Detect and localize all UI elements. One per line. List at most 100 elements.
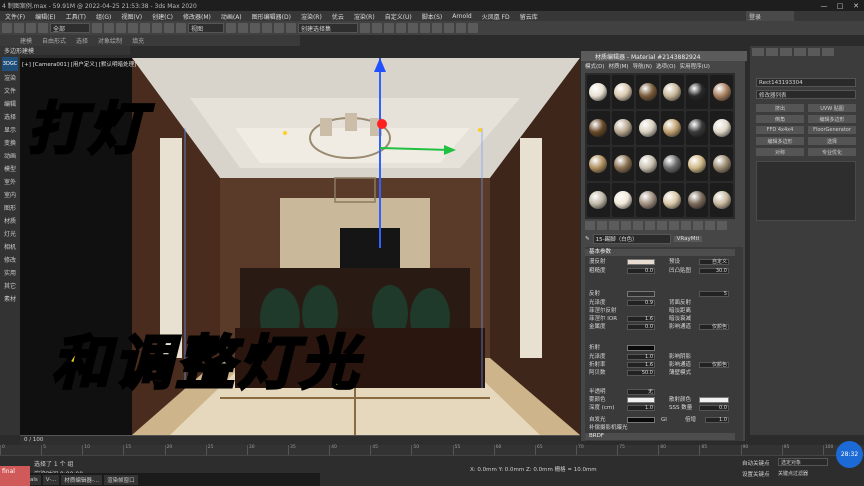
unlink-icon[interactable] — [38, 23, 48, 33]
login-button[interactable]: 登录 — [746, 11, 794, 21]
material-slot[interactable] — [587, 183, 610, 217]
hierarchy-tab-icon[interactable] — [780, 48, 792, 56]
menu-youyun[interactable]: 优云 — [327, 12, 349, 21]
menu-arnold[interactable]: Arnold — [447, 13, 476, 20]
angle-snap-icon[interactable] — [262, 23, 272, 33]
mod-bevel-button[interactable]: 倒角 — [756, 115, 804, 123]
me-menu-utilities[interactable]: 实用程序(U) — [680, 62, 710, 71]
spinner-snap-icon[interactable] — [286, 23, 296, 33]
max-depth-spinner[interactable]: 5 — [699, 291, 729, 297]
left-item-file[interactable]: 文件 — [4, 86, 16, 97]
affect-channels-dropdown[interactable]: 仅颜色 — [699, 324, 729, 330]
library-tool-icon[interactable] — [657, 221, 667, 230]
camera-viewport[interactable]: [+] [Camera001] [用户定义] [默认明暗处理] 打灯 和调整灯光 — [20, 58, 580, 435]
mod-extrude-button[interactable]: 挤出 — [756, 104, 804, 112]
affect-shadows-label[interactable]: 影响阴影 — [669, 354, 691, 360]
menu-phoenix[interactable]: 火凤凰 FD — [477, 12, 515, 21]
left-item-shape[interactable]: 图形 — [4, 203, 16, 214]
align-icon[interactable] — [372, 23, 382, 33]
time-slider[interactable]: 0 / 100 — [20, 435, 580, 445]
left-item-assets[interactable]: 素材 — [4, 294, 16, 305]
curve-editor-icon[interactable] — [396, 23, 406, 33]
menu-scripting[interactable]: 脚本(S) — [417, 12, 448, 21]
left-item-model[interactable]: 模型 — [4, 164, 16, 175]
material-slot[interactable] — [611, 111, 635, 145]
polygon-modeling-bar[interactable]: 多边形建模 — [0, 46, 130, 55]
undo-icon[interactable] — [2, 23, 12, 33]
thin-walled-label[interactable]: 薄壁模式 — [669, 370, 691, 376]
menu-edit[interactable]: 编辑(E) — [30, 12, 60, 21]
menu-modifiers[interactable]: 修改器(M) — [178, 12, 216, 21]
window-crossing-icon[interactable] — [128, 23, 138, 33]
place-icon[interactable] — [176, 23, 186, 33]
modifier-stack[interactable] — [756, 161, 856, 221]
left-item-edit[interactable]: 编辑 — [4, 99, 16, 110]
mod-edit-poly-button[interactable]: 编辑多边形 — [808, 115, 856, 123]
abbe-spinner[interactable]: 50.0 — [627, 370, 655, 376]
mod-select-button[interactable]: 选择 — [808, 137, 856, 145]
snap-icon[interactable] — [250, 23, 260, 33]
taskbar-item-render-frame[interactable]: 渲染帧窗口 — [104, 474, 138, 485]
material-slot[interactable] — [685, 183, 709, 217]
material-slot[interactable] — [587, 111, 610, 145]
left-item-material[interactable]: 材质 — [4, 216, 16, 227]
material-slot[interactable] — [710, 147, 733, 181]
rotate-icon[interactable] — [152, 23, 162, 33]
fog-color-swatch[interactable] — [627, 397, 655, 403]
percent-snap-icon[interactable] — [274, 23, 284, 33]
selection-set-dropdown[interactable]: 选定对象 — [778, 458, 828, 466]
left-item-indoor[interactable]: 室内 — [4, 190, 16, 201]
fresnel-label[interactable]: 菲涅尔反射 — [589, 308, 617, 314]
menu-group[interactable]: 组(G) — [91, 12, 116, 21]
material-slot[interactable] — [587, 147, 610, 181]
go-sibling-icon[interactable] — [717, 221, 727, 230]
material-slot[interactable] — [611, 75, 635, 109]
eyedropper-icon[interactable]: ✎ — [585, 236, 590, 242]
abbe-label[interactable]: 阿贝数 — [589, 370, 606, 376]
left-item-utility[interactable]: 实用 — [4, 268, 16, 279]
pivot-icon[interactable] — [226, 23, 236, 33]
mod-edit-poly2-button[interactable]: 编辑多边形 — [756, 137, 804, 145]
select-by-name-icon[interactable] — [104, 23, 114, 33]
mirror-icon[interactable] — [360, 23, 370, 33]
go-parent-icon[interactable] — [705, 221, 715, 230]
link-icon[interactable] — [26, 23, 36, 33]
material-slot[interactable] — [685, 147, 709, 181]
menu-animation[interactable]: 动画(A) — [216, 12, 247, 21]
reference-coord-dropdown[interactable]: 视图 — [188, 23, 224, 33]
translucency-dropdown[interactable]: 无 — [627, 389, 655, 395]
select-icon[interactable] — [92, 23, 102, 33]
material-editor-title[interactable]: 材质编辑器 - Material #2143882924 — [581, 51, 747, 61]
material-editor-icon[interactable] — [420, 23, 430, 33]
selection-filter-dropdown[interactable]: 全部 — [50, 23, 90, 33]
left-item-other[interactable]: 其它 — [4, 281, 16, 292]
menu-tools[interactable]: 工具(T) — [61, 12, 91, 21]
motion-tab-icon[interactable] — [794, 48, 806, 56]
basic-params-section[interactable]: 基本参数 — [585, 249, 735, 256]
render-icon[interactable] — [456, 23, 466, 33]
menu-graph-editors[interactable]: 图形编辑器(D) — [247, 12, 296, 21]
me-menu-navigation[interactable]: 导航(N) — [633, 62, 652, 71]
fog-depth-spinner[interactable]: 1.0 — [627, 405, 655, 411]
reset-tool-icon[interactable] — [621, 221, 631, 230]
metalness-spinner[interactable]: 0.0 — [627, 324, 655, 330]
left-item-transform[interactable]: 变换 — [4, 138, 16, 149]
get-material-tool-icon[interactable] — [585, 221, 595, 230]
rect-select-icon[interactable] — [116, 23, 126, 33]
taskbar-item-v[interactable]: V-... — [42, 474, 60, 485]
named-selection-dropdown[interactable]: 创建选择集 — [298, 23, 358, 33]
material-slot[interactable] — [685, 75, 709, 109]
bump-spinner[interactable]: 30.0 — [699, 268, 729, 274]
menu-liuyun[interactable]: 留云库 — [515, 12, 543, 21]
me-menu-material[interactable]: 材质(M) — [609, 62, 629, 71]
left-item-animation[interactable]: 动画 — [4, 151, 16, 162]
render-frame-icon[interactable] — [444, 23, 454, 33]
minimize-icon[interactable]: — — [816, 0, 832, 11]
key-filters-button[interactable]: 关键点过滤器 — [778, 470, 808, 477]
assign-tool-icon[interactable] — [609, 221, 619, 230]
track-ruler[interactable]: 0 5 10 15 20 25 30 35 40 45 50 55 60 65 70 75 80 85 90 95 10… — [0, 445, 864, 455]
material-slot[interactable] — [636, 75, 659, 109]
me-menu-modes[interactable]: 模式(D) — [585, 62, 605, 71]
preset-dropdown[interactable]: 自定义 — [699, 259, 729, 265]
material-slot[interactable] — [660, 183, 684, 217]
